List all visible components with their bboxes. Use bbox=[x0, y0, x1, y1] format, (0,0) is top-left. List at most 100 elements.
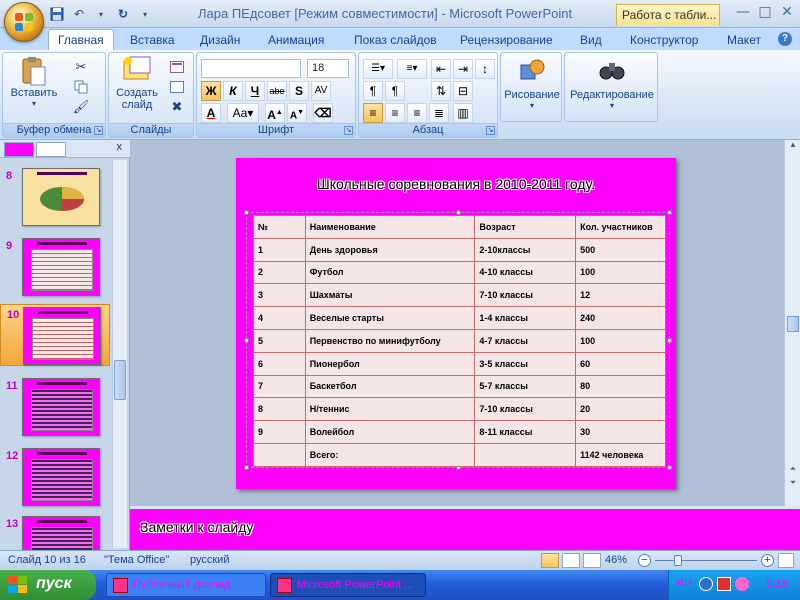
paragraph-launcher-icon[interactable]: ↘ bbox=[486, 126, 495, 135]
close-pane-icon[interactable]: x bbox=[117, 141, 123, 153]
volume-icon[interactable] bbox=[735, 577, 749, 591]
table-cell[interactable]: 80 bbox=[575, 374, 666, 399]
align-center-icon[interactable]: ≡ bbox=[385, 103, 405, 123]
table-row[interactable]: 2 Футбол 4-10 классы 100 bbox=[253, 260, 666, 285]
normal-view-icon[interactable] bbox=[541, 553, 559, 568]
table-cell[interactable]: 5-7 классы bbox=[474, 374, 577, 399]
shrink-font-icon[interactable]: A▼ bbox=[287, 103, 307, 123]
table-cell[interactable]: Волейбол bbox=[304, 420, 476, 444]
table-cell[interactable]: 8 bbox=[253, 397, 306, 422]
table-cell[interactable]: 3 bbox=[253, 283, 306, 308]
resize-handle[interactable] bbox=[667, 338, 672, 343]
line-spacing-icon[interactable]: ↕ bbox=[475, 59, 495, 79]
notes-pane[interactable]: Заметки к слайду bbox=[130, 506, 800, 550]
table-cell[interactable]: Футбол bbox=[304, 260, 476, 285]
table-cell[interactable]: 60 bbox=[575, 351, 666, 376]
resize-handle[interactable] bbox=[667, 465, 672, 470]
taskbar-item-powerpoint[interactable]: Microsoft PowerPoint ... bbox=[270, 573, 426, 597]
delete-slide-icon[interactable]: ✖ bbox=[167, 97, 187, 117]
table-cell[interactable]: 4-10 классы bbox=[474, 260, 577, 285]
align-left-icon[interactable]: ≡ bbox=[363, 103, 383, 123]
tab-slides-view[interactable] bbox=[4, 142, 34, 157]
zoom-slider-knob[interactable] bbox=[674, 555, 683, 566]
align-right-icon[interactable]: ≡ bbox=[407, 103, 427, 123]
tab-design[interactable]: Дизайн bbox=[200, 30, 240, 50]
cut-icon[interactable]: ✂ bbox=[71, 57, 91, 77]
language-indicator[interactable]: русский bbox=[190, 554, 229, 566]
table-cell[interactable]: Всего: bbox=[304, 442, 476, 467]
table-cell[interactable]: № bbox=[253, 215, 306, 239]
table-cell[interactable] bbox=[474, 442, 577, 467]
table-cell[interactable]: День здоровья bbox=[304, 237, 476, 262]
prev-slide-icon[interactable]: ⏶ bbox=[787, 464, 799, 476]
tab-review[interactable]: Рецензирование bbox=[460, 30, 553, 50]
table-cell[interactable]: 8-11 классы bbox=[474, 420, 577, 444]
maximize-button[interactable]: □ bbox=[756, 3, 774, 21]
table-row[interactable]: 5 Первенство по минифутболу 4-7 классы 100 bbox=[253, 328, 666, 353]
next-slide-icon[interactable]: ⏷ bbox=[787, 478, 799, 490]
clear-formatting-icon[interactable]: ⌫ bbox=[313, 103, 333, 123]
resize-handle[interactable] bbox=[667, 210, 672, 215]
copy-icon[interactable] bbox=[71, 77, 91, 97]
table-cell[interactable]: 1 bbox=[253, 237, 306, 262]
table-cell[interactable]: Наименование bbox=[304, 215, 476, 239]
table-cell[interactable]: 6 bbox=[253, 351, 306, 376]
slide-sorter-icon[interactable] bbox=[562, 553, 580, 568]
table-row[interactable]: 8 Н/теннис 7-10 классы 20 bbox=[253, 397, 666, 422]
dropdown-arrow-icon[interactable]: ▾ bbox=[92, 5, 110, 23]
tab-home[interactable]: Главная bbox=[48, 29, 114, 51]
zoom-slider-track[interactable] bbox=[655, 560, 757, 561]
table-cell[interactable]: 4 bbox=[253, 306, 306, 330]
slide-thumbnail-10[interactable]: 10 bbox=[0, 304, 110, 366]
clock[interactable]: 9:19 bbox=[767, 578, 788, 590]
table-cell[interactable]: Пионербол bbox=[304, 351, 476, 376]
table-cell[interactable]: 2 bbox=[253, 260, 306, 285]
table-row[interactable]: 3 Шахматы 7-10 классы 12 bbox=[253, 283, 666, 308]
table-cell[interactable]: 5 bbox=[253, 328, 306, 353]
strikethrough-button[interactable]: abe bbox=[267, 81, 287, 101]
table-cell[interactable]: 4-7 классы bbox=[474, 328, 577, 353]
decrease-indent-icon[interactable]: ⇤ bbox=[431, 59, 451, 79]
slide-scroll-thumb[interactable] bbox=[787, 316, 799, 332]
redo-icon[interactable]: ↻ bbox=[114, 5, 132, 23]
save-icon[interactable] bbox=[48, 5, 66, 23]
table-cell[interactable]: 1142 человека bbox=[575, 442, 666, 467]
thumbnails-scroll-thumb[interactable] bbox=[114, 360, 126, 400]
tab-animation[interactable]: Анимация bbox=[268, 30, 324, 50]
slide-title[interactable]: Школьные соревнования в 2010-2011 году. bbox=[236, 176, 676, 192]
char-spacing-icon[interactable]: AV bbox=[311, 81, 331, 101]
close-button[interactable]: ✕ bbox=[778, 3, 796, 21]
table-cell[interactable]: 100 bbox=[575, 260, 666, 285]
grow-font-icon[interactable]: A▲ bbox=[265, 103, 285, 123]
resize-handle[interactable] bbox=[244, 210, 249, 215]
slide-thumbnail-8[interactable]: 8 bbox=[0, 166, 110, 228]
table-row[interactable]: 4 Веселые старты 1-4 классы 240 bbox=[253, 306, 666, 330]
table-cell[interactable]: 7 bbox=[253, 374, 306, 399]
align-text-icon[interactable]: ⊟ bbox=[453, 81, 473, 101]
table-cell[interactable]: 2-10классы bbox=[474, 237, 577, 262]
table-cell[interactable]: 7-10 классы bbox=[474, 283, 577, 308]
paste-button[interactable]: Вставить ▾ bbox=[9, 55, 59, 108]
thumbnails-scrollbar[interactable] bbox=[112, 160, 127, 548]
rtl-icon[interactable]: ¶ bbox=[363, 81, 383, 101]
new-slide-button[interactable]: Создать слайд bbox=[111, 55, 163, 111]
justify-icon[interactable]: ≣ bbox=[429, 103, 449, 123]
font-name-input[interactable] bbox=[201, 59, 301, 78]
slide-thumbnail-11[interactable]: 11 bbox=[0, 376, 110, 438]
zoom-level[interactable]: 46% bbox=[605, 554, 627, 566]
numbering-icon[interactable]: ≡▾ bbox=[397, 59, 427, 79]
columns-icon[interactable]: ▥ bbox=[453, 103, 473, 123]
slide-thumbnail-9[interactable]: 9 bbox=[0, 236, 110, 298]
zoom-out-icon[interactable]: − bbox=[638, 554, 651, 567]
start-button[interactable]: пуск bbox=[0, 570, 96, 600]
table-row[interactable]: 9 Волейбол 8-11 классы 30 bbox=[253, 420, 666, 444]
format-painter-icon[interactable]: 🖌 bbox=[71, 97, 91, 117]
network-icon[interactable] bbox=[699, 577, 713, 591]
table-header-row[interactable]: № Наименование Возраст Кол. участников bbox=[253, 215, 666, 239]
antivirus-icon[interactable] bbox=[717, 577, 731, 591]
tab-outline-view[interactable] bbox=[36, 142, 66, 157]
font-color-button[interactable]: A bbox=[201, 103, 221, 123]
drawing-button[interactable]: Рисование ▾ bbox=[503, 57, 561, 110]
table-cell[interactable]: 1-4 классы bbox=[474, 306, 577, 330]
shadow-button[interactable]: S bbox=[289, 81, 309, 101]
